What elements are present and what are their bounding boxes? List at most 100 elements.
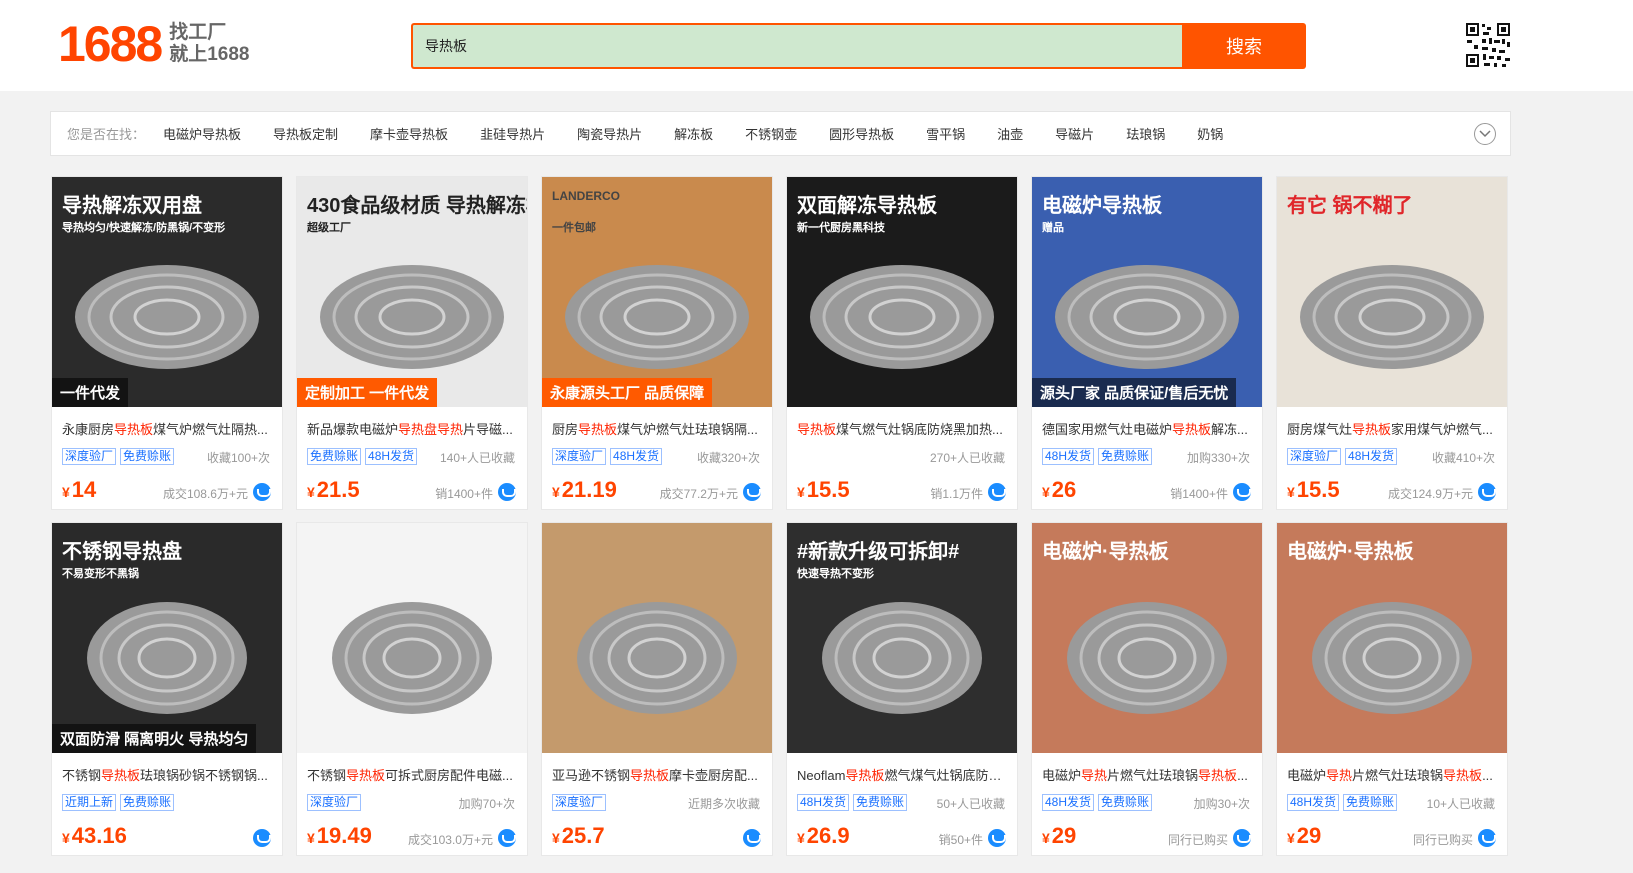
suggestion-link[interactable]: 电磁炉导热板 [163,124,241,143]
product-image[interactable]: 电磁炉·导热板 [1277,523,1507,753]
service-tags: 免费赊账 48H发货 [307,448,418,465]
chat-icon[interactable] [1233,829,1251,847]
site-header: 1688 找工厂 就上1688 导热板 搜索 [0,0,1633,91]
product-stat-secondary: 同行已购买 [1412,833,1473,847]
service-tags: 深度验厂 [307,794,362,811]
logo-slogan: 找工厂 就上1688 [169,22,249,66]
product-title[interactable]: 亚马逊不锈钢导热板摩卡壶厨房配... [552,765,764,784]
logo-slogan-line-2: 就上1688 [169,44,250,65]
product-card[interactable]: 导热解冻双用盘 导热均匀/快速解冻/防黑锅/不变形 一件代发 永康厨房导热板煤气… [51,176,283,510]
product-stat-primary: 140+人已收藏 [439,451,515,465]
chat-icon[interactable] [988,483,1006,501]
expand-suggestions-button[interactable] [1474,123,1496,145]
service-tag: 48H发货 [365,448,418,465]
product-card[interactable]: LANDERCO 一件包邮 永康源头工厂 品质保障 厨房导热板煤气炉燃气灶珐琅锅… [541,176,773,510]
product-stat-primary: 10+人已收藏 [1426,797,1495,811]
image-headline: LANDERCO [552,189,620,203]
image-subtitle: 导热均匀/快速解冻/防黑锅/不变形 [62,222,226,234]
product-card[interactable]: 不锈钢导热板可拆式厨房配件电磁... 深度验厂 加购70+次 ¥19.49 成交… [296,522,528,856]
service-tag: 免费赊账 [1098,794,1153,811]
suggestion-link[interactable]: 油壶 [997,124,1023,143]
product-image[interactable]: 不锈钢导热盘 不易变形不黑锅 双面防滑 隔离明火 导热均匀 [52,523,282,753]
chat-icon[interactable] [1233,483,1251,501]
service-tags: 近期上新 免费赊账 [62,794,175,811]
site-logo[interactable]: 1688 找工厂 就上1688 [58,18,250,70]
suggestion-link[interactable]: 奶锅 [1197,124,1223,143]
qr-code-icon[interactable] [1464,21,1512,69]
product-card[interactable]: 亚马逊不锈钢导热板摩卡壶厨房配... 深度验厂 近期多次收藏 ¥25.7 [541,522,773,856]
product-card[interactable]: 电磁炉·导热板 电磁炉导热片燃气灶珐琅锅导热板... 48H发货 免费赊账 加购3… [1031,522,1263,856]
suggestion-link[interactable]: 解冻板 [674,124,713,143]
currency-symbol: ¥ [307,830,315,846]
product-image[interactable]: 有它 锅不糊了 [1277,177,1507,407]
image-headline: 双面解冻导热板 [797,195,937,217]
suggestion-link[interactable]: 摩卡壶导热板 [370,124,448,143]
product-title[interactable]: Neoflam导热板燃气煤气灶锅底防烧... [797,765,1009,784]
image-headline: #新款升级可拆卸# [797,541,960,563]
price-value: 19.49 [316,823,372,848]
search-input[interactable]: 导热板 [411,23,1182,69]
product-stat-secondary: 同行已购买 [1167,833,1228,847]
suggestion-link[interactable]: 导热板定制 [273,124,338,143]
suggestion-link[interactable]: 导磁片 [1055,124,1094,143]
image-subtitle: 新一代厨房黑科技 [797,222,885,234]
chat-icon[interactable] [253,829,271,847]
product-title[interactable]: 厨房煤气灶导热板家用煤气炉燃气... [1287,419,1499,438]
price-value: 21.5 [316,477,360,502]
chevron-down-icon [1479,130,1491,138]
currency-symbol: ¥ [552,830,560,846]
product-card[interactable]: 电磁炉导热板 赠品 源头厂家 品质保证/售后无忧 德国家用燃气灶电磁炉导热板解冻… [1031,176,1263,510]
service-tags: 48H发货 免费赊账 [1042,448,1153,465]
currency-symbol: ¥ [1042,484,1050,500]
product-title[interactable]: 厨房导热板煤气炉燃气灶珐琅锅隔... [552,419,764,438]
product-stat-primary: 收藏320+次 [696,451,760,465]
chat-icon[interactable] [1478,829,1496,847]
product-card[interactable]: 有它 锅不糊了 厨房煤气灶导热板家用煤气炉燃气... 深度验厂 48H发货 收藏4… [1276,176,1508,510]
product-card[interactable]: 不锈钢导热盘 不易变形不黑锅 双面防滑 隔离明火 导热均匀 不锈钢导热板珐琅锅砂… [51,522,283,856]
product-card[interactable]: #新款升级可拆卸# 快速导热不变形 Neoflam导热板燃气煤气灶锅底防烧...… [786,522,1018,856]
product-image[interactable]: 430食品级材质 导热解冻板 超级工厂 定制加工 一件代发 [297,177,527,407]
service-tags: 深度验厂 免费赊账 [62,448,175,465]
chat-icon[interactable] [498,483,516,501]
product-title[interactable]: 电磁炉导热片燃气灶珐琅锅导热板... [1042,765,1254,784]
product-price: ¥15.5 [1287,477,1340,503]
product-image[interactable]: LANDERCO 一件包邮 永康源头工厂 品质保障 [542,177,772,407]
chat-icon[interactable] [1478,483,1496,501]
product-image[interactable]: 导热解冻双用盘 导热均匀/快速解冻/防黑锅/不变形 一件代发 [52,177,282,407]
product-image[interactable]: 电磁炉·导热板 [1032,523,1262,753]
product-image[interactable]: #新款升级可拆卸# 快速导热不变形 [787,523,1017,753]
image-headline: 有它 锅不糊了 [1287,195,1413,217]
product-price: ¥21.5 [307,477,360,503]
service-tags: 深度验厂 48H发货 [552,448,663,465]
chat-icon[interactable] [743,829,761,847]
search-button[interactable]: 搜索 [1182,23,1306,69]
chat-icon[interactable] [498,829,516,847]
product-image[interactable]: 双面解冻导热板 新一代厨房黑科技 [787,177,1017,407]
product-image[interactable] [297,523,527,753]
suggestion-link[interactable]: 不锈钢壶 [745,124,797,143]
product-card[interactable]: 双面解冻导热板 新一代厨房黑科技 导热板煤气燃气灶锅底防烧黑加热... 270+… [786,176,1018,510]
product-title[interactable]: 不锈钢导热板珐琅锅砂锅不锈钢锅... [62,765,274,784]
suggestion-link[interactable]: 雪平锅 [926,124,965,143]
product-title[interactable]: 导热板煤气燃气灶锅底防烧黑加热... [797,419,1009,438]
product-title[interactable]: 德国家用燃气灶电磁炉导热板解冻... [1042,419,1254,438]
currency-symbol: ¥ [797,830,805,846]
product-card[interactable]: 电磁炉·导热板 电磁炉导热片燃气灶珐琅锅导热板... 48H发货 免费赊账 10+… [1276,522,1508,856]
product-title[interactable]: 电磁炉导热片燃气灶珐琅锅导热板... [1287,765,1499,784]
suggestion-link[interactable]: 韭硅导热片 [480,124,545,143]
product-price: ¥26 [1042,477,1076,503]
product-image[interactable] [542,523,772,753]
chat-icon[interactable] [743,483,761,501]
product-card[interactable]: 430食品级材质 导热解冻板 超级工厂 定制加工 一件代发 新品爆款电磁炉导热盘… [296,176,528,510]
suggestion-link[interactable]: 圆形导热板 [829,124,894,143]
product-image[interactable]: 电磁炉导热板 赠品 源头厂家 品质保证/售后无忧 [1032,177,1262,407]
chat-icon[interactable] [253,483,271,501]
product-title[interactable]: 新品爆款电磁炉导热盘导热片导磁... [307,419,519,438]
product-title[interactable]: 永康厨房导热板煤气炉燃气灶隔热... [62,419,274,438]
suggestion-link[interactable]: 陶瓷导热片 [577,124,642,143]
suggestion-link[interactable]: 珐琅锅 [1126,124,1165,143]
product-title[interactable]: 不锈钢导热板可拆式厨房配件电磁... [307,765,519,784]
price-value: 15.5 [806,477,850,502]
chat-icon[interactable] [988,829,1006,847]
product-price: ¥14 [62,477,96,503]
